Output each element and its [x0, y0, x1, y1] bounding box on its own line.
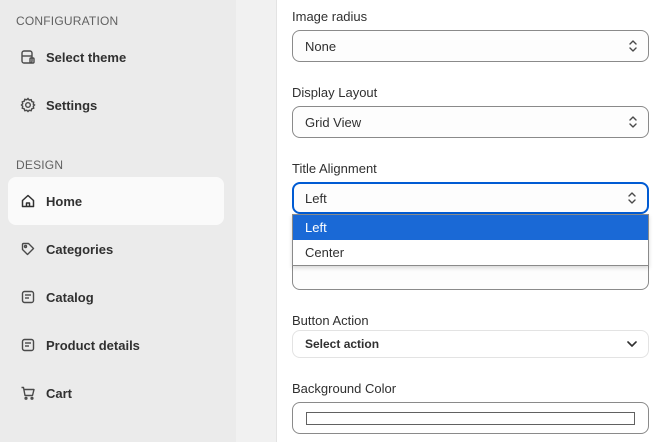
product-icon [20, 337, 36, 353]
gear-icon [20, 97, 36, 113]
cart-icon [20, 385, 36, 401]
button-action-label: Button Action [292, 313, 369, 328]
background-color-input[interactable] [292, 402, 649, 434]
sidebar-item-cart[interactable]: Cart [8, 369, 224, 417]
sidebar-item-product-details[interactable]: Product details [8, 321, 224, 369]
title-alignment-dropdown: Left Center [292, 214, 649, 266]
sidebar-item-label: Product details [46, 337, 140, 353]
sidebar-item-settings[interactable]: Settings [8, 81, 224, 129]
background-color-label: Background Color [292, 381, 397, 396]
sidebar-item-label: Cart [46, 385, 73, 401]
display-layout-select[interactable]: Grid View [292, 106, 649, 138]
sidebar-item-catalog[interactable]: Catalog [8, 273, 224, 321]
select-arrows-icon [628, 192, 636, 204]
sidebar-item-select-theme[interactable]: Select theme [8, 33, 224, 81]
panel-gap [236, 0, 276, 442]
sidebar-item-label: Select theme [46, 49, 127, 65]
design-heading: DESIGN [16, 158, 64, 172]
chevron-down-icon [627, 341, 637, 347]
title-alignment-select[interactable]: Left [292, 182, 649, 214]
title-alignment-value: Left [305, 190, 327, 206]
sidebar-item-label: Home [46, 193, 83, 209]
theme-icon [20, 49, 36, 65]
sidebar: CONFIGURATION Select theme Settings DESI… [0, 0, 236, 442]
content-edge [276, 0, 277, 442]
image-radius-label: Image radius [292, 9, 368, 24]
image-radius-value: None [305, 38, 337, 54]
display-layout-label: Display Layout [292, 85, 378, 100]
catalog-icon [20, 289, 36, 305]
sidebar-item-home[interactable]: Home [8, 177, 224, 225]
sidebar-item-label: Categories [46, 241, 114, 257]
select-arrows-icon [629, 40, 637, 52]
display-layout-value: Grid View [305, 114, 362, 130]
color-swatch[interactable] [306, 412, 635, 425]
button-action-select[interactable]: Select action [292, 330, 649, 358]
configuration-heading: CONFIGURATION [16, 14, 119, 28]
sidebar-item-categories[interactable]: Categories [8, 225, 224, 273]
button-action-value: Select action [305, 337, 380, 351]
select-arrows-icon [629, 116, 637, 128]
sidebar-item-label: Catalog [46, 289, 94, 305]
title-alignment-label: Title Alignment [292, 161, 377, 176]
sidebar-item-label: Settings [46, 97, 98, 113]
image-radius-select[interactable]: None [292, 30, 649, 62]
dropdown-option-left[interactable]: Left [293, 215, 648, 240]
tag-icon [20, 241, 36, 257]
home-icon [20, 193, 36, 209]
dropdown-option-center[interactable]: Center [293, 240, 648, 265]
